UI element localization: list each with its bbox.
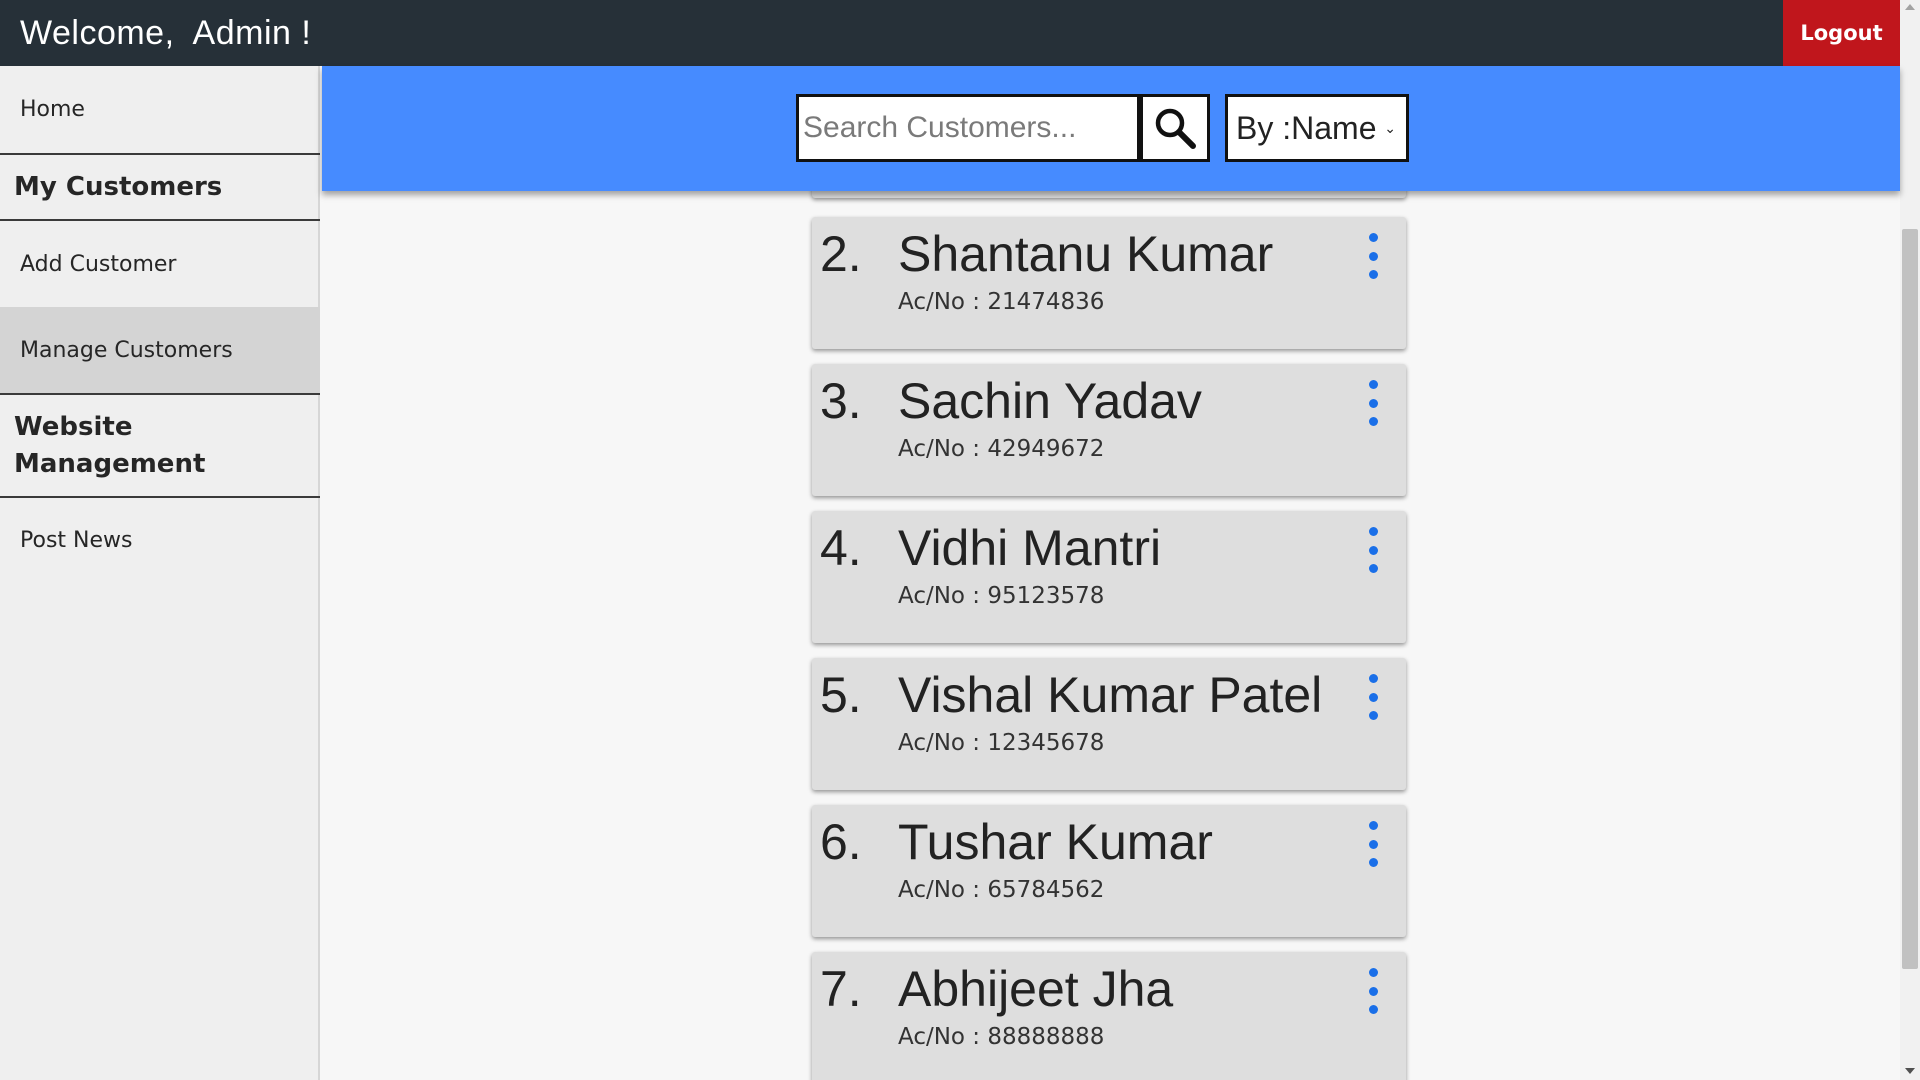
search-button[interactable] bbox=[1140, 94, 1210, 162]
customer-account-number: Ac/No : 21474836 bbox=[898, 289, 1105, 315]
customer-index: 3. bbox=[820, 373, 862, 429]
customer-index: 5. bbox=[820, 667, 862, 723]
search-input[interactable] bbox=[796, 94, 1140, 162]
sidebar-heading-label: Website Management bbox=[14, 411, 206, 479]
customer-card[interactable]: 6. Tushar Kumar Ac/No : 65784562 bbox=[812, 805, 1406, 937]
customer-card[interactable]: 2. Shantanu Kumar Ac/No : 21474836 bbox=[812, 217, 1406, 349]
sidebar-heading-my-customers: My Customers bbox=[0, 155, 320, 219]
kebab-menu-icon[interactable] bbox=[1364, 233, 1382, 279]
customer-index: 2. bbox=[820, 226, 862, 282]
customer-name: Tushar Kumar bbox=[898, 814, 1213, 870]
sidebar: Home My Customers Add Customer Manage Cu… bbox=[0, 66, 320, 1080]
welcome-message: Welcome, Admin ! bbox=[20, 14, 312, 52]
scroll-thumb[interactable] bbox=[1902, 229, 1918, 969]
search-icon bbox=[1153, 106, 1197, 150]
customer-account-number: Ac/No : 65784562 bbox=[898, 877, 1105, 903]
search-bar-panel: By :Name ⌄ bbox=[322, 66, 1900, 191]
sort-by-select[interactable]: By :Name ⌄ bbox=[1225, 94, 1409, 162]
sidebar-heading-label: My Customers bbox=[14, 171, 223, 202]
sidebar-item-manage-customers[interactable]: Manage Customers bbox=[0, 307, 320, 393]
customer-name: Vishal Kumar Patel bbox=[898, 667, 1323, 723]
customer-card[interactable]: 7. Abhijeet Jha Ac/No : 88888888 bbox=[812, 952, 1406, 1080]
logout-button[interactable]: Logout bbox=[1783, 0, 1900, 66]
customer-name: Sachin Yadav bbox=[898, 373, 1202, 429]
sidebar-item-label: Add Customer bbox=[20, 251, 177, 277]
scroll-down-arrow-icon[interactable] bbox=[1905, 1068, 1915, 1074]
sidebar-item-label: Manage Customers bbox=[20, 337, 233, 363]
kebab-menu-icon[interactable] bbox=[1364, 527, 1382, 573]
sidebar-item-post-news[interactable]: Post News bbox=[0, 498, 320, 582]
sidebar-item-label: Post News bbox=[20, 527, 133, 553]
sidebar-item-label: Home bbox=[20, 97, 85, 122]
kebab-menu-icon[interactable] bbox=[1364, 821, 1382, 867]
customer-index: 4. bbox=[820, 520, 862, 576]
customer-name: Shantanu Kumar bbox=[898, 226, 1274, 282]
sidebar-item-add-customer[interactable]: Add Customer bbox=[0, 221, 320, 307]
customer-account-number: Ac/No : 42949672 bbox=[898, 436, 1105, 462]
customer-index: 7. bbox=[820, 961, 862, 1017]
customer-card[interactable]: 4. Vidhi Mantri Ac/No : 95123578 bbox=[812, 511, 1406, 643]
kebab-menu-icon[interactable] bbox=[1364, 380, 1382, 426]
sort-by-value: By :Name bbox=[1236, 109, 1377, 146]
customer-index: 6. bbox=[820, 814, 862, 870]
kebab-menu-icon[interactable] bbox=[1364, 968, 1382, 1014]
customer-card[interactable] bbox=[812, 191, 1406, 198]
sidebar-heading-website-management: Website Management bbox=[0, 395, 320, 496]
customer-account-number: Ac/No : 12345678 bbox=[898, 730, 1105, 756]
sidebar-item-home[interactable]: Home bbox=[0, 66, 320, 153]
customer-card[interactable]: 5. Vishal Kumar Patel Ac/No : 12345678 bbox=[812, 658, 1406, 790]
customer-name: Vidhi Mantri bbox=[898, 520, 1162, 576]
customer-list: 2. Shantanu Kumar Ac/No : 21474836 3. Sa… bbox=[322, 191, 1900, 1080]
customer-name: Abhijeet Jha bbox=[898, 961, 1174, 1017]
scroll-up-arrow-icon[interactable] bbox=[1905, 4, 1915, 10]
page-scrollbar[interactable] bbox=[1900, 0, 1920, 1080]
chevron-down-icon: ⌄ bbox=[1384, 120, 1396, 136]
top-header: Welcome, Admin ! Logout bbox=[0, 0, 1900, 66]
kebab-menu-icon[interactable] bbox=[1364, 674, 1382, 720]
customer-card[interactable]: 3. Sachin Yadav Ac/No : 42949672 bbox=[812, 364, 1406, 496]
customer-account-number: Ac/No : 95123578 bbox=[898, 583, 1105, 609]
customer-account-number: Ac/No : 88888888 bbox=[898, 1024, 1105, 1050]
